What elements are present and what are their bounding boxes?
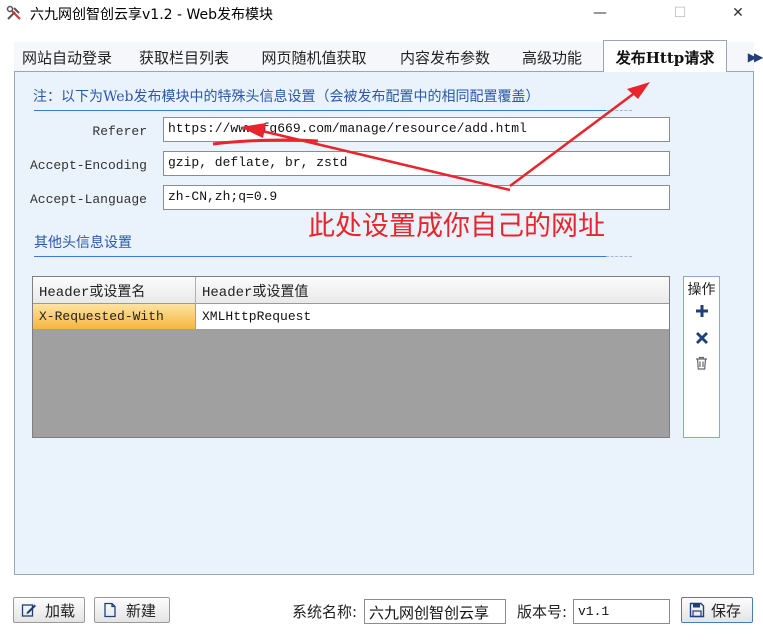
save-label: 保存 (711, 601, 742, 620)
trash-icon (696, 356, 707, 370)
new-label: 新建 (126, 601, 157, 620)
minimize-button[interactable]: — (577, 0, 623, 26)
divider (34, 256, 606, 257)
referer-label: Referer (92, 124, 147, 139)
annotation-text: 此处设置成你自己的网址 (308, 211, 605, 242)
title-bar: 六九网创智创云享v1.2 - Web发布模块 — ☐ ✕ (0, 0, 763, 26)
tab-strip: 网站自动登录 获取栏目列表 网页随机值获取 内容发布参数 高级功能 发布Http… (14, 40, 763, 73)
close-button[interactable]: ✕ (715, 0, 761, 26)
accept-language-label: Accept-Language (29, 192, 147, 207)
divider (606, 110, 632, 111)
operations-panel: 操作 (683, 276, 720, 438)
table-row[interactable]: X-Requested-With XMLHttpRequest (33, 304, 669, 329)
accept-encoding-label: Accept-Encoding (29, 158, 147, 173)
delete-row-button[interactable] (684, 327, 719, 349)
divider (34, 110, 606, 111)
headers-grid[interactable]: Header或设置名 Header或设置值 X-Requested-With X… (32, 276, 670, 438)
window-title: 六九网创智创云享v1.2 - Web发布模块 (30, 7, 274, 23)
tab-random-values[interactable]: 网页随机值获取 (252, 42, 376, 72)
grid-header: Header或设置名 Header或设置值 (33, 277, 669, 304)
tab-get-columns[interactable]: 获取栏目列表 (130, 42, 238, 72)
load-label: 加载 (45, 601, 76, 620)
column-header-value[interactable]: Header或设置值 (196, 277, 669, 304)
new-file-icon (104, 602, 116, 618)
add-row-button[interactable] (684, 300, 719, 322)
tools-icon (6, 5, 21, 20)
tab-advanced[interactable]: 高级功能 (514, 42, 590, 72)
save-button[interactable]: 保存 (681, 597, 753, 623)
tab-http-request[interactable]: 发布Http请求 (603, 40, 727, 73)
floppy-disk-icon (689, 602, 705, 618)
load-button[interactable]: 加载 (13, 597, 85, 623)
operations-title: 操作 (687, 282, 716, 298)
header-value-cell[interactable]: XMLHttpRequest (196, 304, 669, 329)
tab-publish-params[interactable]: 内容发布参数 (386, 42, 504, 72)
other-headers-title: 其他头信息设置 (34, 235, 132, 251)
header-note: 注：以下为Web发布模块中的特殊头信息设置（会被发布配置中的相同配置覆盖） (33, 89, 540, 105)
tab-auto-login[interactable]: 网站自动登录 (14, 42, 120, 72)
header-name-cell[interactable]: X-Requested-With (33, 304, 196, 329)
version-label: 版本号: (517, 603, 568, 621)
accept-encoding-input[interactable]: gzip, deflate, br, zstd (163, 151, 670, 176)
maximize-button[interactable]: ☐ (657, 0, 703, 26)
edit-icon (21, 604, 36, 617)
plus-icon (695, 305, 708, 317)
divider (606, 256, 632, 257)
system-name-label: 系统名称: (292, 603, 358, 621)
referer-input[interactable]: https://www.fg669.com/manage/resource/ad… (163, 117, 670, 142)
clear-rows-button[interactable] (684, 352, 719, 374)
column-header-name[interactable]: Header或设置名 (33, 277, 196, 304)
x-icon (695, 332, 708, 344)
tab-scroll-right-icon[interactable]: ▶▶ (742, 43, 763, 71)
new-button[interactable]: 新建 (94, 597, 170, 623)
version-input[interactable]: v1.1 (573, 599, 670, 624)
system-name-input[interactable]: 六九网创智创云享 (364, 599, 506, 624)
